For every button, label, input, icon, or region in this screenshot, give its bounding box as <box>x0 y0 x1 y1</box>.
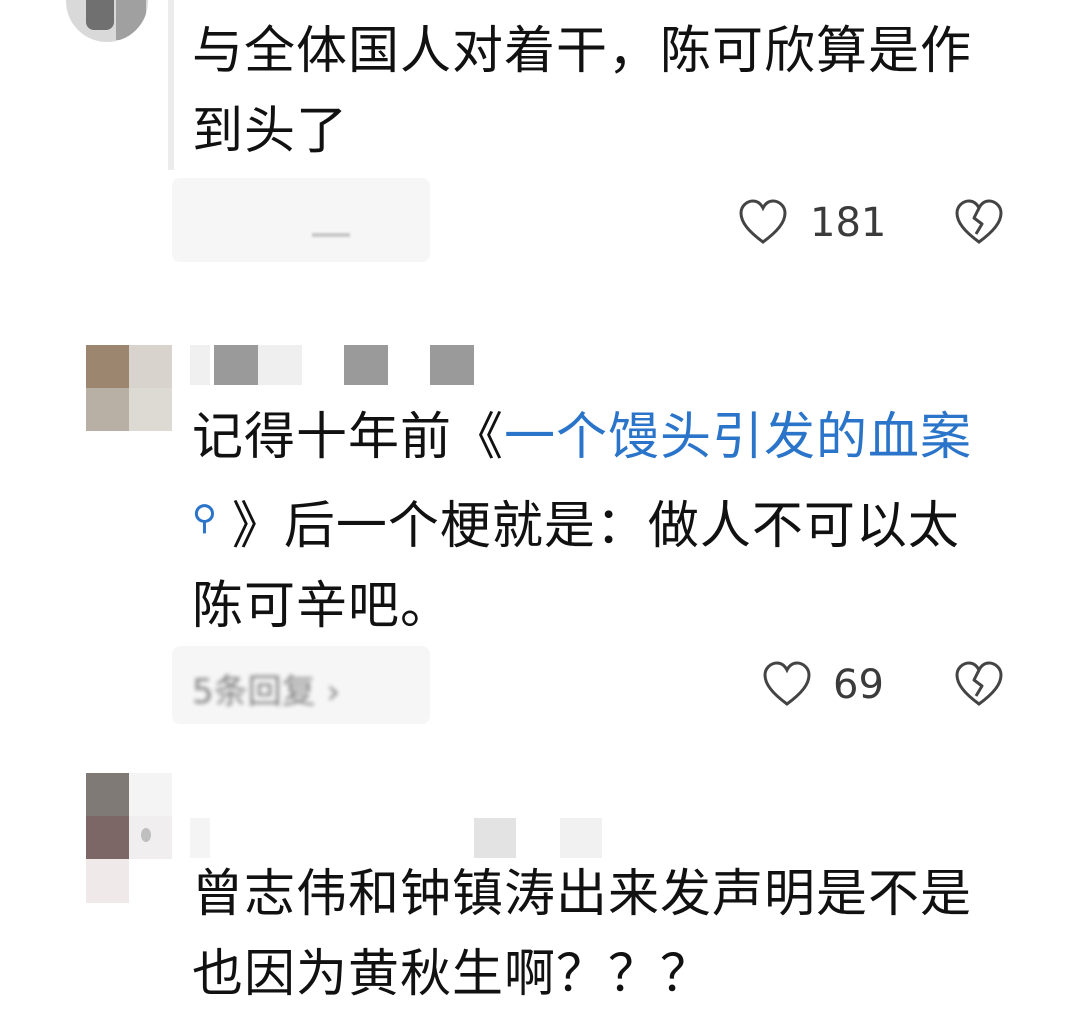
comment-text-prefix: 记得十年前《 <box>192 408 505 467</box>
search-icon[interactable]: ⚲ <box>192 498 218 538</box>
search-link[interactable]: 一个馒头引发的血案 <box>504 408 972 467</box>
comment-text: 记得十年前《一个馒头引发的血案 ⚲ 》后一个梗就是：做人不可以太 陈可辛吧。 <box>192 398 972 647</box>
comment-text: 曾志伟和钟镇涛出来发声明是不是 也因为黄秋生啊？？？ <box>192 865 973 1004</box>
avatar[interactable] <box>86 773 172 903</box>
comment-text-line3: 陈可辛吧。 <box>192 577 453 636</box>
avatar[interactable] <box>86 345 172 431</box>
like-button[interactable] <box>738 198 788 248</box>
username-redacted <box>168 0 174 170</box>
broken-heart-icon <box>955 661 1003 706</box>
like-button[interactable] <box>762 660 812 710</box>
heart-outline-icon <box>739 199 787 244</box>
dislike-button[interactable] <box>954 660 1004 710</box>
comment-text-line2: 》后一个梗就是：做人不可以太 <box>231 497 960 556</box>
like-count: 181 <box>810 200 887 246</box>
comment-text: 与全体国人对着干，陈可欣算是作 到头了 <box>192 22 973 161</box>
reply-count-chip-redacted[interactable] <box>172 178 430 262</box>
dislike-button[interactable] <box>954 198 1004 248</box>
avatar[interactable] <box>66 0 148 42</box>
reply-count-chip[interactable]: 5条回复 › <box>172 646 430 724</box>
like-count: 69 <box>833 662 884 708</box>
heart-outline-icon <box>763 661 811 706</box>
broken-heart-icon <box>955 199 1003 244</box>
